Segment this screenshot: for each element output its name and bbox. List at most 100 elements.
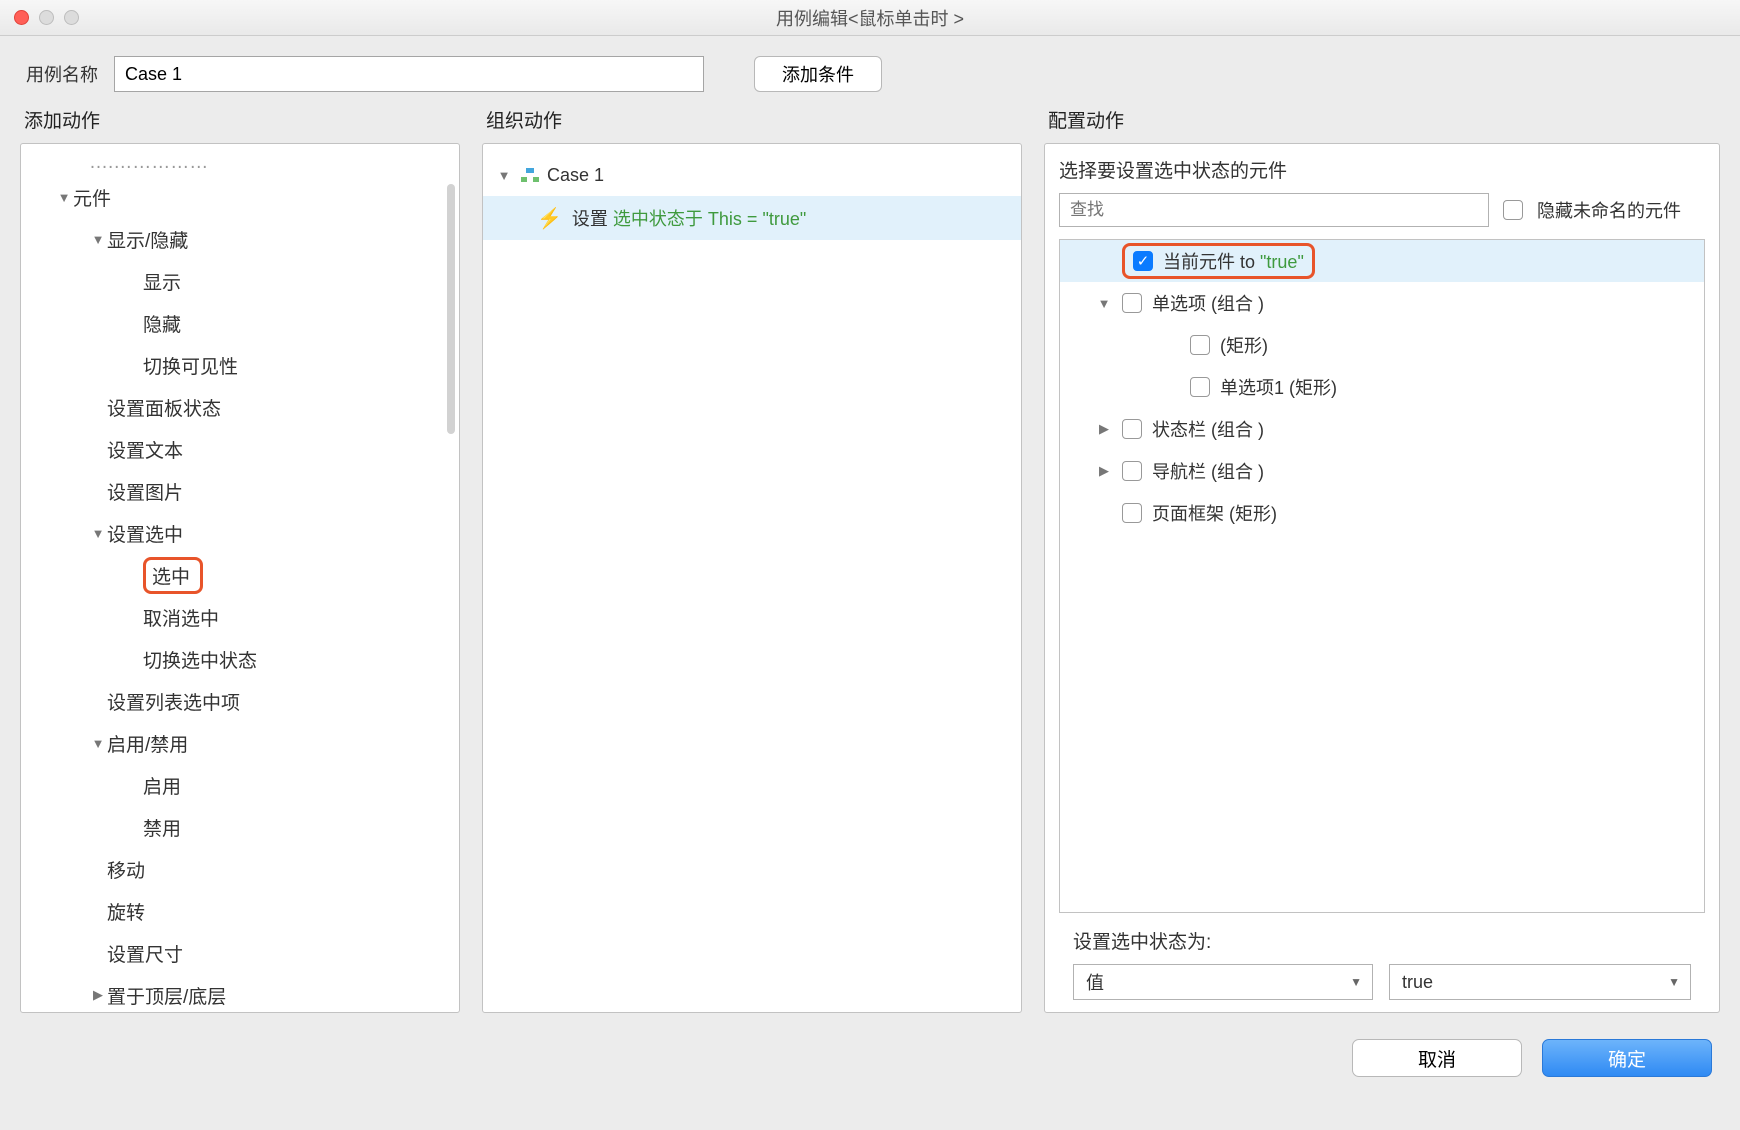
tree-item-label: 置于顶层/底层	[107, 982, 226, 1009]
tree-item-label: 选中	[143, 557, 203, 594]
tree-item-label: 切换选中状态	[143, 646, 257, 673]
hide-unnamed-label: 隐藏未命名的元件	[1537, 197, 1681, 223]
add-action-title: 添加动作	[24, 106, 460, 133]
tree-item-label: 隐藏	[143, 310, 181, 337]
tree-item-label: 旋转	[107, 898, 145, 925]
tree-item-label: 设置选中	[107, 520, 183, 547]
tree-item[interactable]: 切换选中状态	[21, 638, 459, 680]
chevron-down-icon[interactable]: ▼	[89, 526, 107, 541]
action-row[interactable]: ⚡ 设置 选中状态于 This = "true"	[483, 196, 1021, 240]
widget-row[interactable]: ▶单选项1 (矩形)	[1060, 366, 1704, 408]
tree-item-label: 显示	[143, 268, 181, 295]
configure-action-title: 配置动作	[1048, 106, 1720, 133]
state-value-select[interactable]: true ▼	[1389, 964, 1691, 1000]
widget-checkbox[interactable]	[1190, 335, 1210, 355]
add-condition-button[interactable]: 添加条件	[754, 56, 882, 92]
tree-item[interactable]: 启用	[21, 764, 459, 806]
set-state-label: 设置选中状态为:	[1073, 927, 1691, 954]
tree-item-label: 切换可见性	[143, 352, 238, 379]
tree-item-label: 设置文本	[107, 436, 183, 463]
config-subtitle: 选择要设置选中状态的元件	[1059, 156, 1705, 183]
tree-item-truncated[interactable]: ….……………	[21, 152, 459, 176]
tree-item[interactable]: 旋转	[21, 890, 459, 932]
widget-label: 导航栏 (组合 )	[1152, 458, 1264, 484]
widget-checkbox[interactable]	[1122, 419, 1142, 439]
case-label: Case 1	[547, 165, 604, 186]
maximize-window-icon[interactable]	[64, 10, 79, 25]
tree-item[interactable]: 隐藏	[21, 302, 459, 344]
tree-item[interactable]: 设置文本	[21, 428, 459, 470]
tree-item[interactable]: 切换可见性	[21, 344, 459, 386]
tree-item[interactable]: 设置列表选中项	[21, 680, 459, 722]
widget-row[interactable]: ▶✓当前元件 to "true"	[1060, 240, 1704, 282]
case-name-row: 用例名称 添加条件	[0, 36, 1740, 106]
chevron-right-icon[interactable]: ▶	[1096, 421, 1112, 437]
hide-unnamed-checkbox[interactable]	[1503, 200, 1523, 220]
minimize-window-icon[interactable]	[39, 10, 54, 25]
window-controls	[14, 10, 79, 25]
tree-item[interactable]: ▼启用/禁用	[21, 722, 459, 764]
widget-label: 页面框架 (矩形)	[1152, 500, 1277, 526]
widget-checkbox[interactable]: ✓	[1133, 251, 1153, 271]
widget-checkbox[interactable]	[1122, 503, 1142, 523]
tree-item[interactable]: 设置面板状态	[21, 386, 459, 428]
tree-item-label: 设置面板状态	[107, 394, 221, 421]
tree-item[interactable]: 显示	[21, 260, 459, 302]
widget-checkbox[interactable]	[1122, 461, 1142, 481]
cancel-button[interactable]: 取消	[1352, 1039, 1522, 1077]
case-name-input[interactable]	[114, 56, 704, 92]
tree-item-label: 设置图片	[107, 478, 183, 505]
ok-button[interactable]: 确定	[1542, 1039, 1712, 1077]
tree-item-label: 设置列表选中项	[107, 688, 240, 715]
chevron-down-icon: ▼	[1668, 975, 1680, 989]
tree-item[interactable]: 取消选中	[21, 596, 459, 638]
tree-item[interactable]: ▶置于顶层/底层	[21, 974, 459, 1013]
tree-item[interactable]: ▼设置选中	[21, 512, 459, 554]
widget-row[interactable]: ▼ 单选项 (组合 )	[1060, 282, 1704, 324]
tree-item[interactable]: 选中	[21, 554, 459, 596]
tree-item[interactable]: 移动	[21, 848, 459, 890]
action-detail: 选中状态于 This = "true"	[613, 209, 806, 229]
state-type-select[interactable]: 值 ▼	[1073, 964, 1373, 1000]
tree-item-label: 设置尺寸	[107, 940, 183, 967]
chevron-down-icon[interactable]: ▼	[1096, 296, 1112, 311]
widget-row[interactable]: ▶ 导航栏 (组合 )	[1060, 450, 1704, 492]
widget-label: (矩形)	[1220, 332, 1268, 358]
bolt-icon: ⚡	[537, 206, 562, 231]
state-type-value: 值	[1086, 969, 1104, 995]
titlebar: 用例编辑<鼠标单击时 >	[0, 0, 1740, 36]
tree-item-label: 禁用	[143, 814, 181, 841]
widget-row[interactable]: ▶状态栏 (组合 )	[1060, 408, 1704, 450]
tree-item-label: 显示/隐藏	[107, 226, 188, 253]
chevron-down-icon: ▼	[1350, 975, 1362, 989]
configure-panel: 选择要设置选中状态的元件 隐藏未命名的元件 ▶✓当前元件 to "true"▼单…	[1044, 143, 1720, 1013]
tree-item[interactable]: ▼元件	[21, 176, 459, 218]
chevron-down-icon[interactable]: ▼	[89, 232, 107, 247]
widget-row[interactable]: ▶(矩形)	[1060, 324, 1704, 366]
chevron-right-icon[interactable]: ▶	[89, 987, 107, 1003]
case-row[interactable]: ▼ Case 1	[483, 154, 1021, 196]
tree-item[interactable]: 设置尺寸	[21, 932, 459, 974]
scrollbar[interactable]	[447, 184, 455, 434]
widget-label: 单选项 (组合 )	[1152, 290, 1264, 316]
chevron-down-icon[interactable]: ▼	[495, 168, 513, 183]
case-name-label: 用例名称	[26, 61, 98, 87]
widget-checkbox[interactable]	[1190, 377, 1210, 397]
case-tree-panel: ▼ Case 1 ⚡ 设置 选中状态于 This = "true"	[482, 143, 1022, 1013]
action-tree-panel: ….……………▼元件▼显示/隐藏显示隐藏切换可见性设置面板状态设置文本设置图片▼…	[20, 143, 460, 1013]
widget-checkbox[interactable]	[1122, 293, 1142, 313]
tree-item-label: 移动	[107, 856, 145, 883]
tree-item-label: 取消选中	[143, 604, 219, 631]
widget-search-input[interactable]	[1059, 193, 1489, 227]
chevron-down-icon[interactable]: ▼	[89, 736, 107, 751]
chevron-down-icon[interactable]: ▼	[55, 190, 73, 205]
tree-item[interactable]: 禁用	[21, 806, 459, 848]
widget-label: 单选项1 (矩形)	[1220, 374, 1337, 400]
tree-item[interactable]: 设置图片	[21, 470, 459, 512]
widget-row[interactable]: ▶页面框架 (矩形)	[1060, 492, 1704, 534]
close-window-icon[interactable]	[14, 10, 29, 25]
action-prefix: 设置	[572, 209, 613, 229]
chevron-right-icon[interactable]: ▶	[1096, 463, 1112, 479]
widget-label: ✓当前元件 to "true"	[1122, 243, 1315, 279]
tree-item[interactable]: ▼显示/隐藏	[21, 218, 459, 260]
